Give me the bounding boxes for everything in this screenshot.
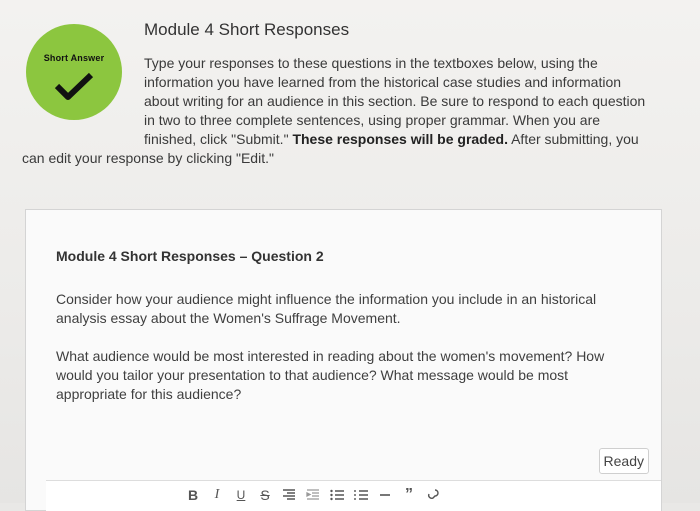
numbered-list-icon[interactable] [349,485,373,505]
response-editor[interactable]: B I U S ” [46,480,661,511]
ready-button[interactable]: Ready [598,448,649,474]
instruction-line: information you have learned from the hi… [144,74,622,90]
instruction-line: in two to three complete sentences, usin… [144,112,601,128]
module-title: Module 4 Short Responses [144,20,350,39]
instruction-text: After submitting, you [507,131,639,147]
prompt-line: Consider how your audience might influen… [56,291,597,307]
align-right-icon[interactable] [277,485,301,505]
strikethrough-button[interactable]: S [253,485,277,505]
prompt-line: would you tailor your presentation to th… [56,367,569,383]
graded-notice: These responses will be graded. [292,131,508,147]
prompt-line: appropriate for this audience? [56,386,242,402]
page: Module 4 Short Responses Short Answer Ty… [0,0,700,511]
bullet-list-icon[interactable] [325,485,349,505]
instruction-line: about writing for an audience in this se… [144,93,646,109]
quote-icon[interactable]: ” [397,485,421,505]
bold-button[interactable]: B [181,485,205,505]
instructions: Type your responses to these questions i… [22,54,662,168]
prompt-line: What audience would be most interested i… [56,348,605,364]
question-title: Module 4 Short Responses – Question 2 [56,248,324,264]
italic-button[interactable]: I [205,485,229,505]
indent-icon[interactable] [301,485,325,505]
question-prompt-1: Consider how your audience might influen… [56,290,646,328]
question-panel: Module 4 Short Responses – Question 2 Co… [25,209,662,511]
prompt-line: analysis essay about the Women's Suffrag… [56,310,401,326]
link-icon[interactable] [421,485,445,505]
instruction-text: finished, click "Submit." [144,131,293,147]
underline-button[interactable]: U [229,485,253,505]
instruction-line: Type your responses to these questions i… [144,55,598,71]
horizontal-rule-icon[interactable] [373,485,397,505]
editor-toolbar: B I U S ” [181,485,445,505]
instruction-line: can edit your response by clicking "Edit… [22,150,274,166]
instruction-line: finished, click "Submit." These response… [22,130,662,149]
question-prompt-2: What audience would be most interested i… [56,347,646,404]
